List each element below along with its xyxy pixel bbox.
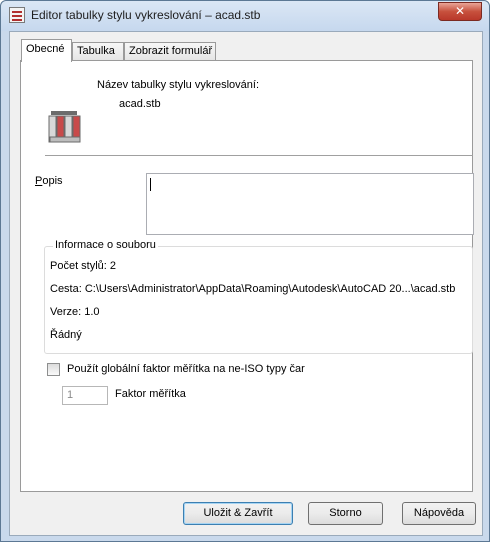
- description-label: Popis: [35, 175, 63, 187]
- separator: [45, 155, 473, 156]
- tab-table[interactable]: Tabulka: [72, 42, 124, 61]
- file-version: Verze: 1.0: [50, 306, 100, 318]
- file-info-legend: Informace o souboru: [53, 239, 158, 251]
- close-button[interactable]: ✕: [438, 2, 482, 21]
- global-scale-checkbox[interactable]: [47, 363, 60, 376]
- style-count: Počet stylů: 2: [50, 260, 117, 272]
- file-path: Cesta: C:\Users\Administrator\AppData\Ro…: [50, 283, 456, 295]
- tab-show-form[interactable]: Zobrazit formulář: [124, 42, 216, 61]
- save-close-button[interactable]: Uložit & Zavřít: [183, 502, 293, 525]
- text-caret: [150, 178, 151, 191]
- title-bar[interactable]: Editor tabulky stylu vykreslování – acad…: [1, 1, 489, 31]
- description-field[interactable]: [146, 173, 474, 235]
- scale-factor-label: Faktor měřítka: [115, 388, 186, 400]
- file-status: Řádný: [50, 329, 82, 341]
- tab-panel-general: Název tabulky stylu vykreslování: acad.s…: [20, 60, 474, 492]
- dialog-client-area: Obecné Tabulka Zobrazit formulář Název t…: [9, 31, 483, 536]
- scale-factor-input[interactable]: 1: [62, 386, 108, 405]
- global-scale-label[interactable]: Použít globální faktor měřítka na ne-ISO…: [67, 363, 305, 375]
- table-name-value: acad.stb: [119, 98, 161, 110]
- cancel-button[interactable]: Storno: [308, 502, 383, 525]
- close-icon: ✕: [454, 4, 466, 18]
- dialog-window: Editor tabulky stylu vykreslování – acad…: [0, 0, 490, 542]
- tab-general[interactable]: Obecné: [21, 39, 72, 62]
- window-title: Editor tabulky stylu vykreslování – acad…: [31, 8, 261, 22]
- plot-style-table-icon: [9, 7, 25, 23]
- table-name-label: Název tabulky stylu vykreslování:: [97, 79, 260, 91]
- help-button[interactable]: Nápověda: [402, 502, 476, 525]
- plot-style-table-icon: [48, 111, 81, 143]
- file-info-group: Informace o souboru Počet stylů: 2 Cesta…: [44, 239, 473, 354]
